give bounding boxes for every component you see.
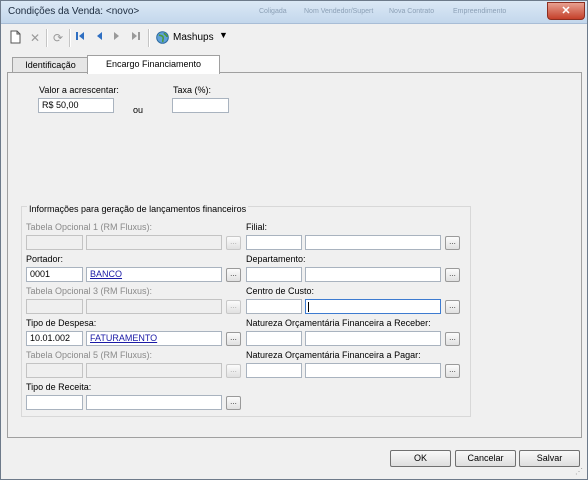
tipo-receita-label: Tipo de Receita: — [26, 382, 92, 392]
new-document-icon[interactable] — [7, 30, 23, 46]
tab-identificacao[interactable]: Identificação — [12, 57, 89, 73]
toolbar-separator — [46, 29, 48, 47]
centro-custo-desc[interactable] — [305, 299, 441, 314]
centro-custo-label: Centro de Custo: — [246, 286, 315, 296]
background-tab-label: Empreendimento — [453, 8, 507, 15]
filial-lookup-button[interactable]: ... — [445, 236, 460, 250]
previous-record-icon[interactable] — [91, 30, 107, 46]
natureza-pagar-lookup-button[interactable]: ... — [445, 364, 460, 378]
mashups-label: Mashups — [173, 32, 214, 43]
portador-desc-link[interactable]: BANCO — [90, 269, 122, 279]
tipo-receita-desc[interactable] — [86, 395, 222, 410]
last-record-icon[interactable] — [128, 30, 144, 46]
ok-button[interactable]: OK — [390, 450, 451, 467]
tabela-opcional-3-desc — [86, 299, 222, 314]
tabela-opcional-3-lookup-button: ... — [226, 300, 241, 314]
departamento-code[interactable] — [246, 267, 302, 282]
tab-encargo-financiamento[interactable]: Encargo Financiamento — [87, 55, 220, 74]
tabela-opcional-1-lookup-button: ... — [226, 236, 241, 250]
portador-label: Portador: — [26, 254, 64, 264]
background-tab-label: Nom Vendedor/Supert — [304, 8, 374, 15]
tabela-opcional-5-desc — [86, 363, 222, 378]
centro-custo-lookup-button[interactable]: ... — [445, 300, 460, 314]
tabela-opcional-1-desc — [86, 235, 222, 250]
tabela-opcional-3-code — [26, 299, 83, 314]
tabela-opcional-1-label: Tabela Opcional 1 (RM Fluxus): — [26, 222, 153, 232]
tab-label: Identificação — [25, 60, 76, 70]
tipo-despesa-desc[interactable]: FATURAMENTO — [86, 331, 222, 346]
title-bar: Condições da Venda: <novo> Coligada Nom … — [1, 1, 587, 24]
close-icon: ✕ — [561, 5, 571, 17]
tabela-opcional-1-code — [26, 235, 83, 250]
natureza-receber-lookup-button[interactable]: ... — [445, 332, 460, 346]
close-button[interactable]: ✕ — [547, 2, 585, 20]
tipo-receita-lookup-button[interactable]: ... — [226, 396, 241, 410]
filial-label: Filial: — [246, 222, 268, 232]
next-record-icon[interactable] — [109, 30, 125, 46]
tabela-opcional-3-label: Tabela Opcional 3 (RM Fluxus): — [26, 286, 153, 296]
background-tab-label: Nova Contrato — [389, 8, 435, 15]
window-title: Condições da Venda: <novo> — [8, 6, 140, 17]
text-cursor — [308, 302, 309, 312]
delete-icon[interactable]: ✕ — [27, 30, 43, 46]
cancel-button[interactable]: Cancelar — [455, 450, 516, 467]
tabela-opcional-5-label: Tabela Opcional 5 (RM Fluxus): — [26, 350, 153, 360]
natureza-pagar-code[interactable] — [246, 363, 302, 378]
valor-label: Valor a acrescentar: — [39, 85, 119, 95]
natureza-pagar-label: Natureza Orçamentária Financeira a Pagar… — [246, 350, 421, 360]
tipo-despesa-code[interactable]: 10.01.002 — [26, 331, 83, 346]
group-title: Informações para geração de lançamentos … — [27, 204, 249, 214]
mashups-menu-button[interactable]: Mashups ▼ — [154, 29, 230, 47]
natureza-pagar-desc[interactable] — [305, 363, 441, 378]
natureza-receber-label: Natureza Orçamentária Financeira a Receb… — [246, 318, 431, 328]
portador-desc[interactable]: BANCO — [86, 267, 222, 282]
filial-desc[interactable] — [305, 235, 441, 250]
tipo-receita-code[interactable] — [26, 395, 83, 410]
natureza-receber-desc[interactable] — [305, 331, 441, 346]
valor-input[interactable]: R$ 50,00 — [38, 98, 114, 113]
tipo-despesa-label: Tipo de Despesa: — [26, 318, 97, 328]
resize-grip-icon[interactable]: ⋰ — [575, 467, 585, 477]
dialog-window: Condições da Venda: <novo> Coligada Nom … — [0, 0, 588, 480]
centro-custo-code[interactable] — [246, 299, 302, 314]
tipo-despesa-desc-link[interactable]: FATURAMENTO — [90, 333, 157, 343]
natureza-receber-code[interactable] — [246, 331, 302, 346]
portador-code[interactable]: 0001 — [26, 267, 83, 282]
tipo-despesa-lookup-button[interactable]: ... — [226, 332, 241, 346]
departamento-label: Departamento: — [246, 254, 306, 264]
taxa-input[interactable] — [172, 98, 229, 113]
refresh-icon[interactable]: ⟳ — [50, 30, 66, 46]
chevron-down-icon: ▼ — [219, 30, 228, 40]
departamento-lookup-button[interactable]: ... — [445, 268, 460, 282]
save-button[interactable]: Salvar — [519, 450, 580, 467]
departamento-desc[interactable] — [305, 267, 441, 282]
filial-code[interactable] — [246, 235, 302, 250]
ou-label: ou — [133, 105, 144, 115]
portador-lookup-button[interactable]: ... — [226, 268, 241, 282]
toolbar-separator — [148, 29, 150, 47]
taxa-label: Taxa (%): — [173, 85, 212, 95]
first-record-icon[interactable] — [72, 30, 88, 46]
tabela-opcional-5-lookup-button: ... — [226, 364, 241, 378]
globe-icon — [156, 31, 169, 44]
tabela-opcional-5-code — [26, 363, 83, 378]
tab-label: Encargo Financiamento — [105, 59, 202, 69]
toolbar: ✕ ⟳ Mashups ▼ — [1, 24, 587, 52]
toolbar-separator — [69, 29, 71, 47]
background-tab-label: Coligada — [259, 8, 287, 15]
